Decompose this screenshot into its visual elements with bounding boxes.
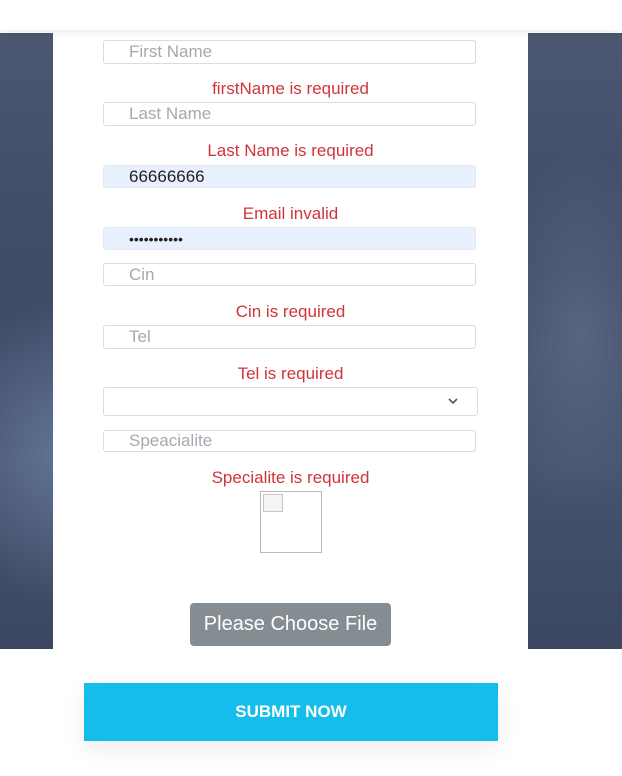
image-preview bbox=[260, 491, 322, 553]
choose-file-button[interactable]: Please Choose File bbox=[190, 603, 391, 646]
last-name-error: Last Name is required bbox=[207, 141, 374, 160]
broken-image-icon bbox=[263, 494, 283, 512]
email-input[interactable]: 66666666 bbox=[103, 165, 476, 188]
tel-input[interactable]: Tel bbox=[103, 325, 476, 349]
first-name-error: firstName is required bbox=[212, 79, 369, 98]
cin-input[interactable]: Cin bbox=[103, 263, 476, 286]
cin-error: Cin is required bbox=[235, 302, 346, 321]
registration-form: First Name firstName is required Last Na… bbox=[53, 30, 528, 649]
email-error: Email invalid bbox=[242, 204, 339, 223]
first-name-input[interactable]: First Name bbox=[103, 40, 476, 64]
password-input[interactable]: ••••••••••• bbox=[103, 227, 476, 250]
top-bar bbox=[0, 0, 622, 30]
select-dropdown[interactable] bbox=[103, 387, 478, 416]
specialite-input[interactable]: Speacialite bbox=[103, 430, 476, 452]
chevron-down-icon bbox=[448, 398, 458, 405]
tel-error: Tel is required bbox=[237, 364, 344, 383]
last-name-input[interactable]: Last Name bbox=[103, 102, 476, 126]
submit-button[interactable]: SUBMIT NOW bbox=[84, 683, 498, 741]
specialite-error: Specialite is required bbox=[211, 468, 370, 487]
